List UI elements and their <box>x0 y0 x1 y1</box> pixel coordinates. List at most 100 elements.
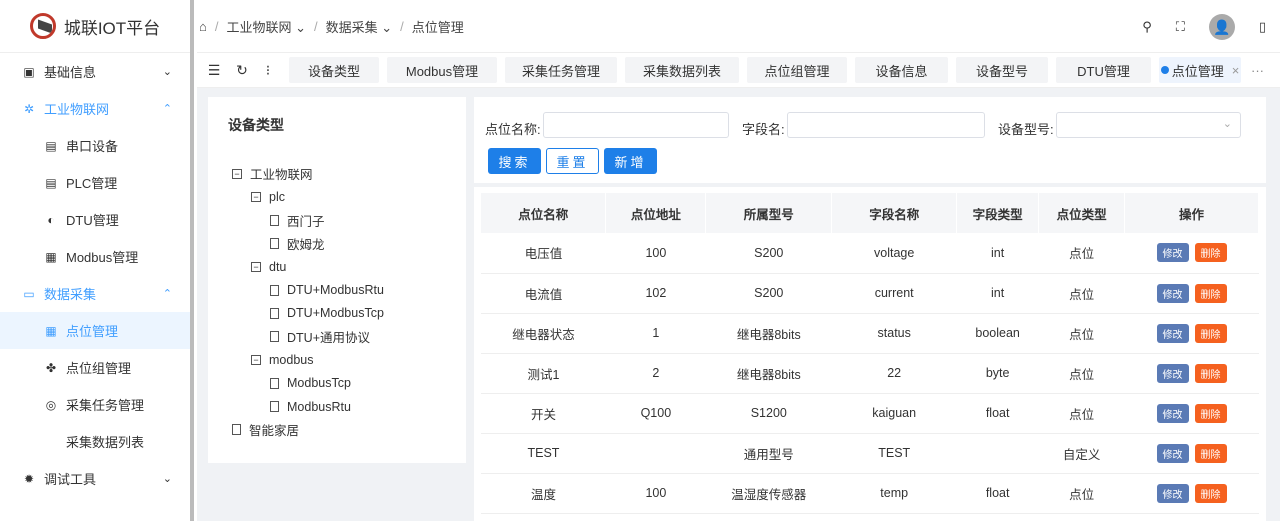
tree-node[interactable]: − dtu <box>232 255 384 278</box>
tab-1[interactable]: Modbus管理 <box>387 57 497 83</box>
layout-icon[interactable]: ▯ <box>1259 19 1266 35</box>
search-button[interactable]: 搜索 <box>488 148 541 174</box>
table-cell: float <box>956 393 1039 434</box>
more-tabs-icon[interactable]: ··· <box>1251 63 1264 78</box>
tab-6[interactable]: 设备型号 <box>956 57 1048 83</box>
reset-button[interactable]: 重置 <box>546 148 599 174</box>
tree-node[interactable]: ModbusTcp <box>232 372 384 395</box>
table-row: 温度 100 温湿度传感器 temp float 点位 修改 删除 <box>481 473 1259 514</box>
table-cell: 点位 <box>1038 313 1125 354</box>
delete-button[interactable]: 删除 <box>1194 483 1227 503</box>
sidebar-item-10[interactable]: 采集数据列表 <box>0 423 190 460</box>
sidebar-item-label: Modbus管理 <box>66 250 139 265</box>
search-panel: 点位名称: 字段名: 设备型号: ⌄ 搜索 重置 新增 <box>474 97 1266 183</box>
sidebar-item-0[interactable]: ▣ 基础信息 ⌄ <box>0 53 190 90</box>
tab-3[interactable]: 采集数据列表 <box>625 57 739 83</box>
edit-button[interactable]: 修改 <box>1156 283 1189 303</box>
delete-button[interactable]: 删除 <box>1194 243 1227 263</box>
collapse-icon[interactable]: − <box>232 168 242 179</box>
breadcrumb-collect[interactable]: 数据采集 ⌄ <box>326 17 393 36</box>
avatar[interactable]: 👤 <box>1208 14 1235 40</box>
table-cell: 1 <box>605 313 706 354</box>
edit-button[interactable]: 修改 <box>1156 443 1189 463</box>
scroll-left-icon[interactable]: ⁝ <box>259 62 277 79</box>
sidebar-item-2[interactable]: ▤ 串口设备 <box>0 127 190 164</box>
tab-5[interactable]: 设备信息 <box>855 57 948 83</box>
table-cell: S200 <box>705 273 832 314</box>
breadcrumb-iot[interactable]: 工业物联网 ⌄ <box>226 17 306 36</box>
table-cell: temp <box>831 473 957 514</box>
table-cell: 温度 <box>481 473 606 514</box>
table-cell: boolean <box>956 313 1039 354</box>
chevron-icon: ⌄ <box>162 66 172 78</box>
edit-button[interactable]: 修改 <box>1156 403 1189 423</box>
tab-2[interactable]: 采集任务管理 <box>505 57 617 83</box>
collapse-menu-icon[interactable]: ☰ <box>203 62 225 79</box>
table-cell: 继电器状态 <box>481 313 606 354</box>
home-icon[interactable]: ⌂ <box>199 19 207 34</box>
table-cell: voltage <box>831 233 957 274</box>
column-header: 字段名称 <box>831 193 958 233</box>
table-panel: 点位名称 点位地址 所属型号 字段名称 字段类型 点位类型 操作 电压值 100 S200 vol… <box>474 187 1266 527</box>
tree-node[interactable]: DTU+ModbusRtu <box>232 278 384 301</box>
edit-button[interactable]: 修改 <box>1156 323 1189 343</box>
column-header: 点位名称 <box>481 193 607 233</box>
serial-icon: ▤ <box>45 138 57 153</box>
tree-node[interactable]: 欧姆龙 <box>232 232 384 255</box>
refresh-icon[interactable]: ↻ <box>231 62 253 79</box>
tree-node[interactable]: DTU+通用协议 <box>232 325 384 348</box>
sidebar-item-label: 串口设备 <box>66 139 119 154</box>
tree-node[interactable]: 智能家居 <box>232 418 384 441</box>
chevron-icon: ⌃ <box>162 103 172 115</box>
edit-button[interactable]: 修改 <box>1156 243 1189 263</box>
point-name-input[interactable] <box>543 112 729 138</box>
column-header: 点位类型 <box>1038 193 1126 233</box>
search-icon[interactable]: ⚲ <box>1142 19 1152 35</box>
delete-button[interactable]: 删除 <box>1194 323 1227 343</box>
sidebar-item-11[interactable]: ✹ 调试工具 ⌄ <box>0 460 190 497</box>
delete-button[interactable]: 删除 <box>1194 283 1227 303</box>
sidebar-item-7[interactable]: ▦ 点位管理 <box>0 312 190 349</box>
sidebar-item-4[interactable]: ◐ DTU管理 <box>0 201 190 238</box>
tab-8[interactable]: 点位管理 × <box>1159 57 1241 83</box>
sidebar-item-5[interactable]: ▦ Modbus管理 <box>0 238 190 275</box>
tab-0[interactable]: 设备类型 <box>289 57 379 83</box>
tree-node[interactable]: 西门子 <box>232 209 384 232</box>
tab-4[interactable]: 点位组管理 <box>747 57 847 83</box>
iot-icon: ✲ <box>23 101 35 116</box>
field-name-input[interactable] <box>787 112 985 138</box>
sidebar-item-6[interactable]: ▭ 数据采集 ⌃ <box>0 275 190 312</box>
task-icon: ◎ <box>45 397 57 412</box>
sidebar-item-1[interactable]: ✲ 工业物联网 ⌃ <box>0 90 190 127</box>
edit-button[interactable]: 修改 <box>1156 363 1189 383</box>
table-cell: int <box>956 273 1039 314</box>
sidebar-item-label: DTU管理 <box>66 213 119 228</box>
table-cell: status <box>831 313 957 354</box>
delete-button[interactable]: 删除 <box>1194 403 1227 423</box>
point-name-label: 点位名称: <box>485 122 541 137</box>
sidebar-item-9[interactable]: ◎ 采集任务管理 <box>0 386 190 423</box>
tab-7[interactable]: DTU管理 <box>1056 57 1151 83</box>
sidebar-item-8[interactable]: ✤ 点位组管理 <box>0 349 190 386</box>
close-icon[interactable]: × <box>1232 63 1240 78</box>
delete-button[interactable]: 删除 <box>1194 443 1227 463</box>
tree-node[interactable]: − plc <box>232 185 384 208</box>
tree-node[interactable]: ModbusRtu <box>232 395 384 418</box>
collapse-icon[interactable]: − <box>251 261 261 272</box>
column-header: 所属型号 <box>705 193 833 233</box>
delete-button[interactable]: 删除 <box>1194 363 1227 383</box>
table-cell: 2 <box>605 353 706 394</box>
tree-node[interactable]: DTU+ModbusTcp <box>232 302 384 325</box>
model-select[interactable]: ⌄ <box>1056 112 1241 138</box>
edit-button[interactable]: 修改 <box>1156 483 1189 503</box>
sidebar-item-3[interactable]: ▤ PLC管理 <box>0 164 190 201</box>
collapse-icon[interactable]: − <box>251 191 261 202</box>
add-button[interactable]: 新增 <box>604 148 657 174</box>
logo-icon <box>29 13 56 39</box>
table-row: 开关 Q100 S1200 kaiguan float 点位 修改 删除 <box>481 393 1259 434</box>
tree-node[interactable]: − modbus <box>232 348 384 371</box>
collapse-icon[interactable]: − <box>251 355 261 366</box>
table-cell: 点位 <box>1038 473 1125 514</box>
tree-node[interactable]: − 工业物联网 <box>232 162 384 185</box>
fullscreen-icon[interactable]: ⛶ <box>1176 19 1185 35</box>
